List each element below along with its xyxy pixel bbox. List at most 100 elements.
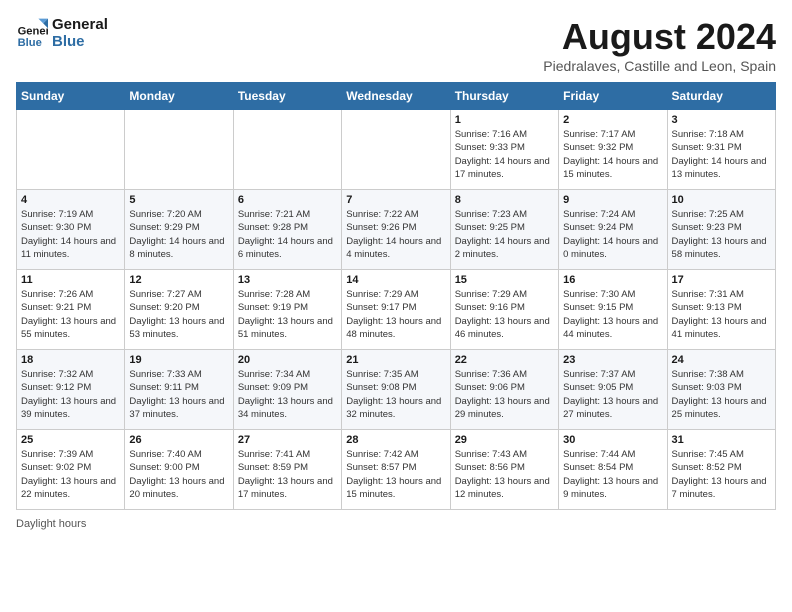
day-cell: 8 Sunrise: 7:23 AM Sunset: 9:25 PM Daylig… [450,190,558,270]
day-cell: 19 Sunrise: 7:33 AM Sunset: 9:11 PM Dayli… [125,350,233,430]
day-cell: 26 Sunrise: 7:40 AM Sunset: 9:00 PM Dayli… [125,430,233,510]
day-number: 31 [672,434,771,446]
day-info: Sunrise: 7:30 AM Sunset: 9:15 PM Dayligh… [563,288,662,341]
day-number: 24 [672,354,771,366]
day-info: Sunrise: 7:40 AM Sunset: 9:00 PM Dayligh… [129,448,228,501]
day-info: Sunrise: 7:22 AM Sunset: 9:26 PM Dayligh… [346,208,445,261]
day-info: Sunrise: 7:29 AM Sunset: 9:16 PM Dayligh… [455,288,554,341]
day-info: Sunrise: 7:36 AM Sunset: 9:06 PM Dayligh… [455,368,554,421]
day-cell: 9 Sunrise: 7:24 AM Sunset: 9:24 PM Daylig… [559,190,667,270]
header-wednesday: Wednesday [342,83,450,110]
day-cell: 28Sunrise: 7:42 AM Sunset: 8:57 PM Dayli… [342,430,450,510]
day-cell: 29 Sunrise: 7:43 AM Sunset: 8:56 PM Dayli… [450,430,558,510]
day-number: 28 [346,434,445,446]
day-info: Sunrise: 7:33 AM Sunset: 9:11 PM Dayligh… [129,368,228,421]
day-number: 23 [563,354,662,366]
page-header: General Blue General Blue August 2024 Pi… [16,16,776,74]
day-cell: 10Sunrise: 7:25 AM Sunset: 9:23 PM Dayli… [667,190,775,270]
svg-text:Blue: Blue [18,37,42,49]
week-row-1: 1Sunrise: 7:16 AM Sunset: 9:33 PM Daylig… [17,110,776,190]
logo-blue: Blue [52,33,108,50]
day-cell: 21 Sunrise: 7:35 AM Sunset: 9:08 PM Dayli… [342,350,450,430]
day-number: 29 [455,434,554,446]
day-cell: 3Sunrise: 7:18 AM Sunset: 9:31 PM Daylig… [667,110,775,190]
day-cell: 12Sunrise: 7:27 AM Sunset: 9:20 PM Dayli… [125,270,233,350]
day-number: 13 [238,274,337,286]
day-info: Sunrise: 7:28 AM Sunset: 9:19 PM Dayligh… [238,288,337,341]
day-cell: 14 Sunrise: 7:29 AM Sunset: 9:17 PM Dayli… [342,270,450,350]
day-number: 15 [455,274,554,286]
day-info: Sunrise: 7:20 AM Sunset: 9:29 PM Dayligh… [129,208,228,261]
day-info: Sunrise: 7:23 AM Sunset: 9:25 PM Dayligh… [455,208,554,261]
day-number: 14 [346,274,445,286]
day-number: 18 [21,354,120,366]
day-cell: 18Sunrise: 7:32 AM Sunset: 9:12 PM Dayli… [17,350,125,430]
week-row-4: 18Sunrise: 7:32 AM Sunset: 9:12 PM Dayli… [17,350,776,430]
day-cell [17,110,125,190]
day-number: 5 [129,194,228,206]
day-number: 4 [21,194,120,206]
header-monday: Monday [125,83,233,110]
day-number: 16 [563,274,662,286]
day-number: 22 [455,354,554,366]
day-number: 6 [238,194,337,206]
week-row-3: 11 Sunrise: 7:26 AM Sunset: 9:21 PM Dayli… [17,270,776,350]
day-number: 10 [672,194,771,206]
day-info: Sunrise: 7:26 AM Sunset: 9:21 PM Dayligh… [21,288,120,341]
week-row-5: 25 Sunrise: 7:39 AM Sunset: 9:02 PM Dayli… [17,430,776,510]
day-cell: 1Sunrise: 7:16 AM Sunset: 9:33 PM Daylig… [450,110,558,190]
day-number: 2 [563,114,662,126]
header-friday: Friday [559,83,667,110]
calendar-subtitle: Piedralaves, Castille and Leon, Spain [543,58,776,74]
day-cell: 22 Sunrise: 7:36 AM Sunset: 9:06 PM Dayli… [450,350,558,430]
logo-icon: General Blue [16,17,48,49]
logo: General Blue General Blue [16,16,108,50]
header-thursday: Thursday [450,83,558,110]
header-sunday: Sunday [17,83,125,110]
footer-daylight: Daylight hours [16,518,776,530]
day-cell [342,110,450,190]
day-cell [233,110,341,190]
day-cell: 15 Sunrise: 7:29 AM Sunset: 9:16 PM Dayli… [450,270,558,350]
day-info: Sunrise: 7:37 AM Sunset: 9:05 PM Dayligh… [563,368,662,421]
day-info: Sunrise: 7:31 AM Sunset: 9:13 PM Dayligh… [672,288,771,341]
day-number: 8 [455,194,554,206]
day-cell: 5 Sunrise: 7:20 AM Sunset: 9:29 PM Daylig… [125,190,233,270]
day-cell: 7 Sunrise: 7:22 AM Sunset: 9:26 PM Daylig… [342,190,450,270]
day-cell: 23 Sunrise: 7:37 AM Sunset: 9:05 PM Dayli… [559,350,667,430]
day-info: Sunrise: 7:35 AM Sunset: 9:08 PM Dayligh… [346,368,445,421]
day-cell: 2 Sunrise: 7:17 AM Sunset: 9:32 PM Daylig… [559,110,667,190]
day-number: 21 [346,354,445,366]
day-cell: 24Sunrise: 7:38 AM Sunset: 9:03 PM Dayli… [667,350,775,430]
day-number: 25 [21,434,120,446]
day-cell: 16 Sunrise: 7:30 AM Sunset: 9:15 PM Dayli… [559,270,667,350]
day-number: 19 [129,354,228,366]
day-info: Sunrise: 7:41 AM Sunset: 8:59 PM Dayligh… [238,448,337,501]
day-info: Sunrise: 7:24 AM Sunset: 9:24 PM Dayligh… [563,208,662,261]
day-number: 7 [346,194,445,206]
day-info: Sunrise: 7:44 AM Sunset: 8:54 PM Dayligh… [563,448,662,501]
calendar-header-row: SundayMondayTuesdayWednesdayThursdayFrid… [17,83,776,110]
day-cell: 13 Sunrise: 7:28 AM Sunset: 9:19 PM Dayli… [233,270,341,350]
day-number: 30 [563,434,662,446]
svg-text:General: General [18,26,48,38]
day-info: Sunrise: 7:29 AM Sunset: 9:17 PM Dayligh… [346,288,445,341]
day-info: Sunrise: 7:17 AM Sunset: 9:32 PM Dayligh… [563,128,662,181]
header-saturday: Saturday [667,83,775,110]
day-info: Sunrise: 7:43 AM Sunset: 8:56 PM Dayligh… [455,448,554,501]
day-number: 9 [563,194,662,206]
day-info: Sunrise: 7:45 AM Sunset: 8:52 PM Dayligh… [672,448,771,501]
day-cell: 4Sunrise: 7:19 AM Sunset: 9:30 PM Daylig… [17,190,125,270]
calendar-title: August 2024 [543,16,776,58]
day-number: 11 [21,274,120,286]
day-number: 26 [129,434,228,446]
week-row-2: 4Sunrise: 7:19 AM Sunset: 9:30 PM Daylig… [17,190,776,270]
day-info: Sunrise: 7:27 AM Sunset: 9:20 PM Dayligh… [129,288,228,341]
day-cell: 25 Sunrise: 7:39 AM Sunset: 9:02 PM Dayli… [17,430,125,510]
day-info: Sunrise: 7:39 AM Sunset: 9:02 PM Dayligh… [21,448,120,501]
day-info: Sunrise: 7:21 AM Sunset: 9:28 PM Dayligh… [238,208,337,261]
day-number: 17 [672,274,771,286]
day-cell: 6 Sunrise: 7:21 AM Sunset: 9:28 PM Daylig… [233,190,341,270]
day-info: Sunrise: 7:16 AM Sunset: 9:33 PM Dayligh… [455,128,554,181]
calendar-table: SundayMondayTuesdayWednesdayThursdayFrid… [16,82,776,510]
